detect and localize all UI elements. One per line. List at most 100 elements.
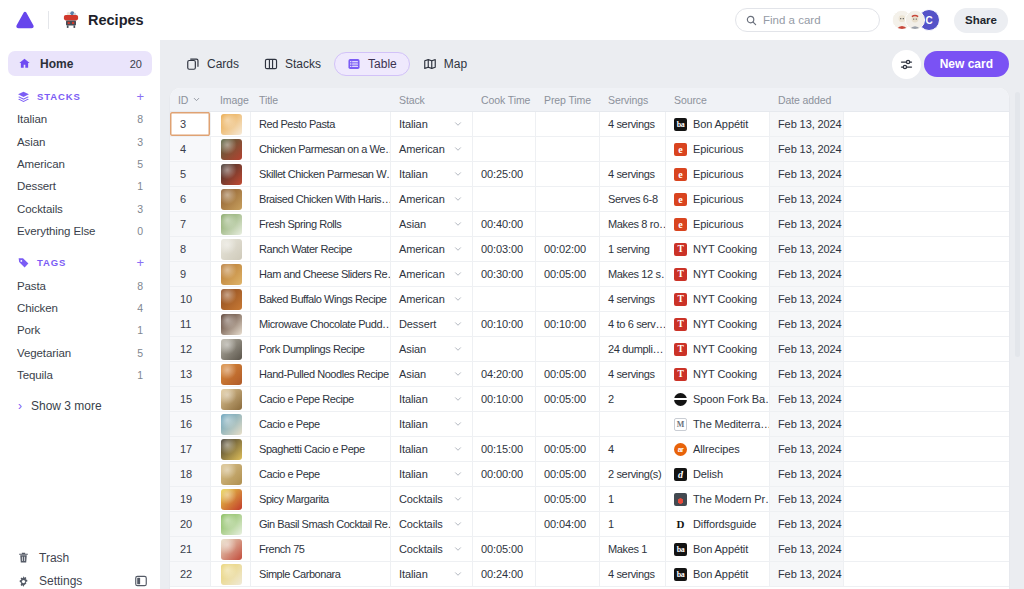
- cell-cook-time[interactable]: 00:25:00: [473, 162, 536, 186]
- cell-date-added[interactable]: Feb 13, 2024: [770, 487, 844, 511]
- cell-stack[interactable]: American: [391, 287, 473, 311]
- cell-title[interactable]: Cacio e Pepe: [251, 412, 391, 436]
- cell-id[interactable]: 11: [170, 312, 211, 336]
- show-more-button[interactable]: › Show 3 more: [0, 395, 160, 417]
- cell-cook-time[interactable]: 00:03:00: [473, 237, 536, 261]
- cell-servings[interactable]: 4 servings: [600, 162, 666, 186]
- cell-cook-time[interactable]: 04:20:00: [473, 362, 536, 386]
- cell-stack[interactable]: Cocktails: [391, 487, 473, 511]
- cell-cook-time[interactable]: [473, 112, 536, 136]
- table-row[interactable]: 19 Spicy Margarita Cocktails 00:05:00 1 …: [170, 487, 1009, 512]
- column-header-stack[interactable]: Stack: [391, 88, 473, 111]
- sidebar-item[interactable]: Italian 8: [0, 108, 160, 130]
- cell-id[interactable]: 8: [170, 237, 211, 261]
- sidebar-item[interactable]: American 5: [0, 153, 160, 175]
- cell-title[interactable]: Microwave Chocolate Pudd…: [251, 312, 391, 336]
- table-row[interactable]: 11 Microwave Chocolate Pudd… Dessert 00:…: [170, 312, 1009, 337]
- cell-cook-time[interactable]: 00:05:00: [473, 537, 536, 561]
- cell-source[interactable]: TNYT Cooking: [666, 362, 770, 386]
- sidebar-item-home[interactable]: Home 20: [8, 51, 152, 76]
- cell-title[interactable]: Fresh Spring Rolls: [251, 212, 391, 236]
- filter-button[interactable]: [892, 50, 921, 79]
- cell-servings[interactable]: Makes 8 ro…: [600, 212, 666, 236]
- share-button[interactable]: Share: [954, 8, 1008, 33]
- table-row[interactable]: 17 Spaghetti Cacio e Pepe Italian 00:15:…: [170, 437, 1009, 462]
- column-header-id[interactable]: ID: [170, 88, 211, 111]
- cell-source[interactable]: baBon Appétit: [666, 562, 770, 586]
- cell-servings[interactable]: 4 to 6 serv…: [600, 312, 666, 336]
- cell-cook-time[interactable]: 00:10:00: [473, 312, 536, 336]
- cell-servings[interactable]: 1 serving: [600, 237, 666, 261]
- cell-servings[interactable]: 24 dumpli…: [600, 337, 666, 361]
- table-row[interactable]: 4 Chicken Parmesan on a We… American eEp…: [170, 137, 1009, 162]
- table-row[interactable]: 10 Baked Buffalo Wings Recipe American 4…: [170, 287, 1009, 312]
- cell-cook-time[interactable]: [473, 287, 536, 311]
- cell-source[interactable]: arAllrecipes: [666, 437, 770, 461]
- cell-title[interactable]: Ranch Water Recipe: [251, 237, 391, 261]
- tab-map[interactable]: Map: [411, 53, 479, 75]
- cell-date-added[interactable]: Feb 13, 2024: [770, 162, 844, 186]
- cell-image[interactable]: [211, 562, 251, 586]
- cell-servings[interactable]: [600, 412, 666, 436]
- cell-image[interactable]: [211, 512, 251, 536]
- cell-title[interactable]: Cacio e Pepe: [251, 462, 391, 486]
- tab-stacks[interactable]: Stacks: [252, 53, 333, 75]
- new-card-button[interactable]: New card: [924, 51, 1009, 77]
- table-row[interactable]: 16 Cacio e Pepe Italian MThe Mediterra… …: [170, 412, 1009, 437]
- cell-title[interactable]: French 75: [251, 537, 391, 561]
- collapse-sidebar-icon[interactable]: [134, 574, 148, 588]
- cell-date-added[interactable]: Feb 13, 2024: [770, 412, 844, 436]
- cell-servings[interactable]: 4: [600, 437, 666, 461]
- sidebar-item[interactable]: Asian 3: [0, 130, 160, 152]
- column-header-source[interactable]: Source: [666, 88, 770, 111]
- cell-servings[interactable]: [600, 137, 666, 161]
- cell-image[interactable]: [211, 537, 251, 561]
- table-row[interactable]: 20 Gin Basil Smash Cocktail Re… Cocktail…: [170, 512, 1009, 537]
- cell-source[interactable]: dDelish: [666, 462, 770, 486]
- cell-image[interactable]: [211, 387, 251, 411]
- cell-cook-time[interactable]: [473, 512, 536, 536]
- search-input[interactable]: Find a card: [735, 8, 880, 32]
- cell-stack[interactable]: Italian: [391, 462, 473, 486]
- cell-id[interactable]: 3: [170, 112, 211, 136]
- cell-id[interactable]: 13: [170, 362, 211, 386]
- cell-stack[interactable]: Italian: [391, 387, 473, 411]
- cell-prep-time[interactable]: [536, 287, 600, 311]
- app-logo-icon[interactable]: [14, 9, 36, 31]
- cell-source[interactable]: TNYT Cooking: [666, 262, 770, 286]
- cell-stack[interactable]: Italian: [391, 562, 473, 586]
- cell-prep-time[interactable]: 00:05:00: [536, 362, 600, 386]
- cell-title[interactable]: Skillet Chicken Parmesan W…: [251, 162, 391, 186]
- cell-id[interactable]: 6: [170, 187, 211, 211]
- cell-cook-time[interactable]: 00:30:00: [473, 262, 536, 286]
- cell-prep-time[interactable]: 00:05:00: [536, 462, 600, 486]
- cell-stack[interactable]: Cocktails: [391, 512, 473, 536]
- cell-date-added[interactable]: Feb 13, 2024: [770, 262, 844, 286]
- cell-stack[interactable]: Cocktails: [391, 537, 473, 561]
- cell-date-added[interactable]: Feb 13, 2024: [770, 237, 844, 261]
- cell-image[interactable]: [211, 462, 251, 486]
- sidebar-item[interactable]: Everything Else 0: [0, 220, 160, 242]
- cell-prep-time[interactable]: [536, 112, 600, 136]
- table-row[interactable]: 6 Braised Chicken With Haris… American S…: [170, 187, 1009, 212]
- cell-image[interactable]: [211, 412, 251, 436]
- cell-image[interactable]: [211, 312, 251, 336]
- cell-prep-time[interactable]: 00:04:00: [536, 512, 600, 536]
- avatar[interactable]: [905, 10, 925, 30]
- cell-date-added[interactable]: Feb 13, 2024: [770, 187, 844, 211]
- cell-title[interactable]: Red Pesto Pasta: [251, 112, 391, 136]
- cell-prep-time[interactable]: [536, 562, 600, 586]
- column-header-prep-time[interactable]: Prep Time: [536, 88, 600, 111]
- cell-stack[interactable]: Asian: [391, 212, 473, 236]
- cell-cook-time[interactable]: [473, 487, 536, 511]
- table-row[interactable]: 9 Ham and Cheese Sliders Re… American 00…: [170, 262, 1009, 287]
- cell-servings[interactable]: 4 servings: [600, 287, 666, 311]
- cell-source[interactable]: TNYT Cooking: [666, 287, 770, 311]
- add-stack-button[interactable]: +: [136, 90, 144, 103]
- cell-prep-time[interactable]: 00:05:00: [536, 437, 600, 461]
- cell-cook-time[interactable]: 00:24:00: [473, 562, 536, 586]
- cell-source[interactable]: TNYT Cooking: [666, 337, 770, 361]
- cell-source[interactable]: MThe Mediterra…: [666, 412, 770, 436]
- cell-stack[interactable]: Dessert: [391, 312, 473, 336]
- cell-id[interactable]: 7: [170, 212, 211, 236]
